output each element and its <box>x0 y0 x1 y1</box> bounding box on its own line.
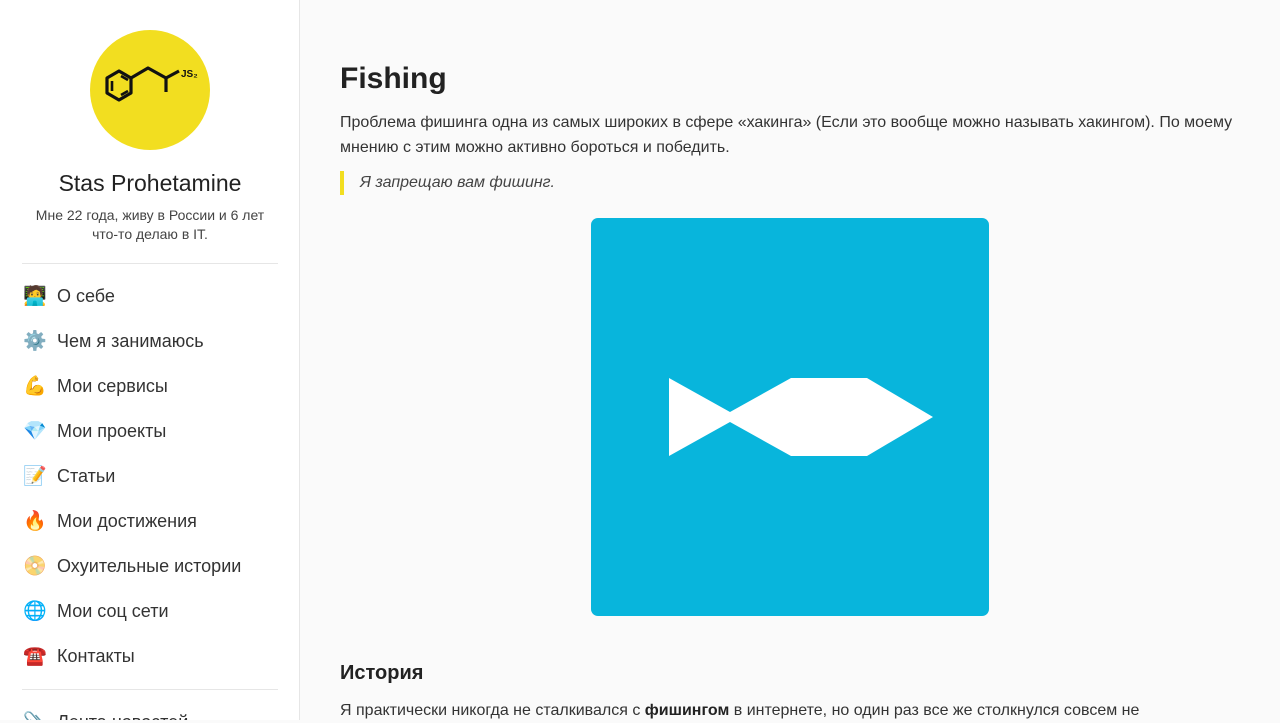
sidebar-item-label: Лента новостей <box>57 712 188 720</box>
sidebar-item-social[interactable]: 🌐 Мои соц сети <box>22 589 278 634</box>
sidebar-nav: 🧑‍💻 О себе ⚙️ Чем я занимаюсь 💪 Мои серв… <box>22 274 278 679</box>
logo-text: JS₂ <box>181 69 198 80</box>
sidebar-item-label: Контакты <box>57 646 135 666</box>
sidebar-divider <box>22 263 278 264</box>
telephone-icon: ☎️ <box>23 645 47 667</box>
memo-icon: 📝 <box>23 465 47 487</box>
sidebar-item-contacts[interactable]: ☎️ Контакты <box>22 634 278 679</box>
sidebar-item-articles[interactable]: 📝 Статьи <box>22 454 278 499</box>
profile-name: Stas Prohetamine <box>58 170 242 196</box>
story-text: Я практически никогда не сталкивался с <box>340 702 645 719</box>
sidebar-item-label: Мои достижения <box>57 511 197 531</box>
flexed-biceps-icon: 💪 <box>23 375 47 397</box>
sidebar-item-label: Охуительные истории <box>57 556 242 576</box>
page-title: Fishing <box>340 62 447 95</box>
article-intro: Проблема фишинга одна из самых широких в… <box>340 114 1233 156</box>
sidebar-item-label: Мои соц сети <box>57 601 169 621</box>
sidebar-item-achievements[interactable]: 🔥 Мои достижения <box>22 499 278 544</box>
sidebar-item-label: Чем я занимаюсь <box>57 331 204 351</box>
article-quote: Я запрещаю вам фишинг. <box>340 171 555 195</box>
article-hero-image <box>591 218 989 616</box>
sidebar-item-label: Мои проекты <box>57 421 167 441</box>
paperclip-icon: 📎 <box>22 710 48 721</box>
technologist-icon: 🧑‍💻 <box>23 285 47 307</box>
article: Fishing Проблема фишинга одна из самых ш… <box>340 0 1240 720</box>
fish-icon <box>669 378 933 456</box>
dvd-icon: 📀 <box>23 555 47 577</box>
benzene-molecule-logo: JS₂ <box>105 66 198 102</box>
avatar[interactable]: JS₂ <box>90 30 210 150</box>
article-story: Я практически никогда не сталкивался с ф… <box>340 698 1240 723</box>
story-bold-text: фишингом <box>644 702 730 719</box>
sidebar-item-services[interactable]: 💪 Мои сервисы <box>22 364 278 409</box>
sidebar-item-projects[interactable]: 💎 Мои проекты <box>22 409 278 454</box>
gem-icon: 💎 <box>23 420 47 442</box>
globe-icon: 🌐 <box>23 600 47 622</box>
profile-bio: Мне 22 года, живу в России и 6 лет что-т… <box>35 207 265 242</box>
sidebar-item-stories[interactable]: 📀 Охуительные истории <box>22 544 278 589</box>
sidebar-item-label: Статьи <box>57 466 116 486</box>
sidebar-item-label: Мои сервисы <box>57 376 168 396</box>
story-text: в интернете, но один раз все же столкнул… <box>729 702 1140 719</box>
section-title: История <box>340 662 424 684</box>
sidebar-item-about[interactable]: 🧑‍💻 О себе <box>22 274 278 319</box>
sidebar-item-label: О себе <box>57 286 115 306</box>
sidebar-item-news-feed[interactable]: 📎 Лента новостей <box>22 700 278 721</box>
gear-icon: ⚙️ <box>23 330 47 352</box>
sidebar: JS₂ Stas Prohetamine Мне 22 года, живу в… <box>0 0 300 720</box>
sidebar-item-what-i-do[interactable]: ⚙️ Чем я занимаюсь <box>22 319 278 364</box>
sidebar-divider <box>22 689 278 690</box>
fire-icon: 🔥 <box>23 510 47 532</box>
